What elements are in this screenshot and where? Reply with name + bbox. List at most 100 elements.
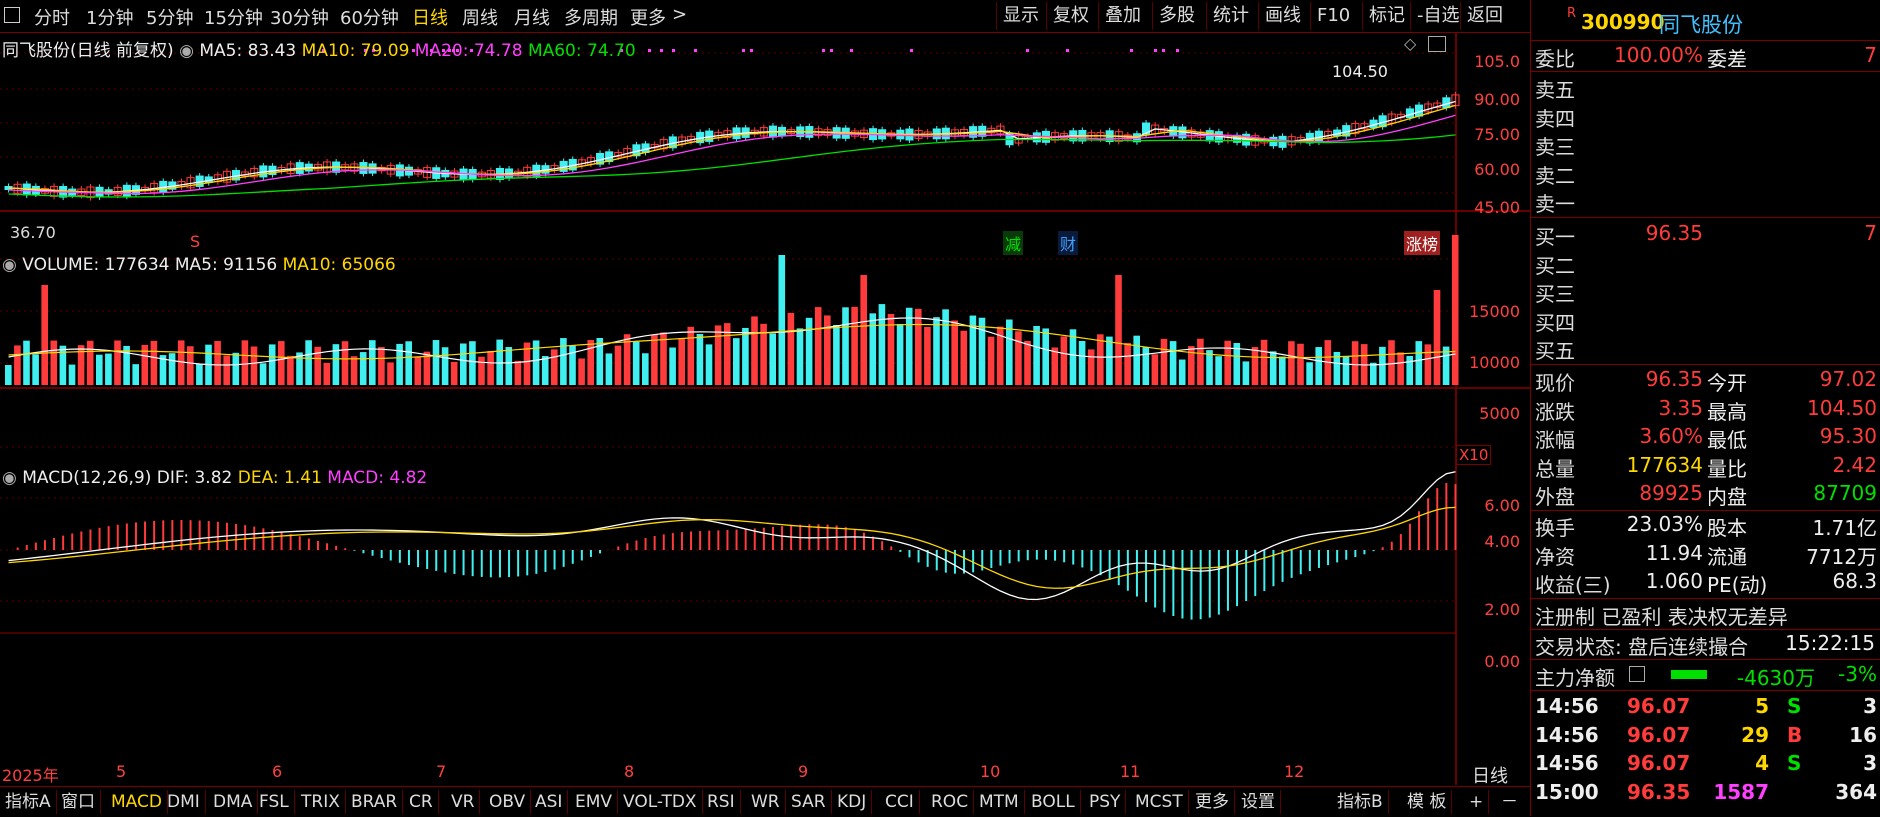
volume-bar bbox=[541, 356, 549, 385]
volume-bar bbox=[833, 324, 840, 385]
s-marker[interactable]: S bbox=[190, 232, 200, 251]
volume-bar bbox=[696, 334, 704, 385]
menu-icon[interactable] bbox=[4, 7, 20, 23]
period-tab[interactable]: 月线 bbox=[514, 4, 550, 30]
quote-label: 涨幅 bbox=[1535, 428, 1575, 452]
indicator-tab[interactable]: VOL-TDX bbox=[618, 790, 703, 814]
volume-bar bbox=[978, 317, 986, 385]
indicator-tab[interactable]: BRAR bbox=[346, 790, 404, 814]
volume-bar bbox=[824, 315, 831, 385]
toolbar-button[interactable]: F10 bbox=[1310, 2, 1356, 30]
signal-dot bbox=[742, 49, 745, 52]
ask-label: 卖三 bbox=[1535, 135, 1575, 159]
toolbar-button[interactable]: 多股 bbox=[1152, 2, 1201, 30]
tick-volume: 5 bbox=[1755, 694, 1769, 718]
cai-marker[interactable]: 财 bbox=[1058, 231, 1079, 255]
indicator-tab[interactable]: SAR bbox=[786, 790, 832, 814]
main-flow-pct: -3% bbox=[1838, 662, 1877, 686]
indicator-b-button[interactable]: 指标B bbox=[1332, 790, 1389, 814]
indicator-tab[interactable]: FSL bbox=[254, 790, 295, 814]
volume-bar bbox=[123, 345, 130, 385]
indicator-tab[interactable]: PSY bbox=[1084, 790, 1127, 814]
indicator-tab[interactable]: EMV bbox=[570, 790, 619, 814]
volume-bar bbox=[578, 358, 585, 385]
toolbar-button[interactable]: 显示 bbox=[996, 2, 1045, 30]
period-tab[interactable]: 30分钟 bbox=[270, 4, 329, 30]
tick-price: 96.07 bbox=[1627, 722, 1691, 747]
toolbar-button[interactable]: 统计 bbox=[1206, 2, 1255, 30]
indicator-tab[interactable]: ASI bbox=[530, 790, 569, 814]
jian-marker[interactable]: 减 bbox=[1003, 231, 1024, 255]
quote-label: 现价 bbox=[1535, 371, 1575, 395]
period-tab[interactable]: 周线 bbox=[462, 4, 498, 30]
macd-histogram bbox=[16, 483, 1457, 620]
fundamental-row: 收益(三) 1.060 PE(动) 68.3 bbox=[1531, 569, 1880, 597]
quote-row: 总量 177634 量比 2.42 bbox=[1531, 453, 1880, 481]
period-tab[interactable]: 分时 bbox=[34, 4, 70, 30]
indicator-tab[interactable]: KDJ bbox=[832, 790, 873, 814]
indicator-tab[interactable]: CR bbox=[404, 790, 439, 814]
fundamental-row: 净资 11.94 流通 7712万 bbox=[1531, 541, 1880, 569]
period-tab[interactable]: 更多 bbox=[630, 4, 666, 30]
fundamental-label: 收益(三) bbox=[1535, 573, 1611, 597]
chart-area[interactable] bbox=[0, 33, 1530, 785]
period-tab[interactable]: 5分钟 bbox=[146, 4, 193, 30]
volume-bar bbox=[1097, 334, 1104, 385]
period-tab[interactable]: 60分钟 bbox=[340, 4, 399, 30]
indicator-tab[interactable]: 设置 bbox=[1236, 790, 1281, 814]
indicator-tab[interactable]: DMA bbox=[208, 790, 259, 814]
settings-icon[interactable]: ◉ bbox=[2, 255, 17, 275]
tick-count: 16 bbox=[1849, 722, 1877, 747]
toolbar-button[interactable]: -自选 bbox=[1410, 2, 1466, 30]
fundamental-label: PE(动) bbox=[1707, 573, 1768, 597]
indicator-tab[interactable]: TRIX bbox=[296, 790, 346, 814]
bid-row: 买三 bbox=[1531, 278, 1880, 306]
indicator-tab[interactable]: 窗口 bbox=[56, 790, 101, 814]
list-icon[interactable] bbox=[1629, 666, 1645, 682]
indicator-tab[interactable]: MCST bbox=[1130, 790, 1189, 814]
indicator-tab[interactable]: MTM bbox=[974, 790, 1025, 814]
volume-bar bbox=[924, 326, 931, 385]
indicator-tab[interactable]: 更多 bbox=[1190, 790, 1235, 814]
period-tab[interactable]: 多周期 bbox=[564, 4, 618, 30]
period-tab[interactable]: 15分钟 bbox=[204, 4, 263, 30]
volume-bar bbox=[68, 364, 76, 385]
template-button[interactable]: 模 板 bbox=[1402, 790, 1453, 814]
indicator-tab[interactable]: BOLL bbox=[1026, 790, 1081, 814]
period-tab[interactable]: 日线 bbox=[412, 4, 448, 30]
volume-bar bbox=[587, 340, 594, 385]
minus-button[interactable]: － bbox=[1496, 790, 1523, 814]
plus-button[interactable]: + bbox=[1464, 790, 1490, 814]
settings-icon[interactable]: ◉ bbox=[179, 41, 194, 61]
toolbar-button[interactable]: 画线 bbox=[1258, 2, 1307, 30]
settings-icon[interactable]: ◉ bbox=[2, 468, 17, 488]
fundamental-row: 换手 23.03% 股本 1.71亿 bbox=[1531, 512, 1880, 540]
volume-bar bbox=[487, 350, 494, 385]
volume-bar bbox=[1051, 347, 1059, 385]
toolbar-button[interactable]: 标记 bbox=[1362, 2, 1411, 30]
toolbar-button[interactable]: 返回 bbox=[1460, 2, 1509, 30]
indicator-tab[interactable]: 指标A bbox=[0, 790, 57, 814]
indicator-tab[interactable]: ROC bbox=[926, 790, 975, 814]
toolbar-button[interactable]: 复权 bbox=[1046, 2, 1095, 30]
indicator-tab[interactable]: MACD bbox=[106, 790, 168, 814]
indicator-tab[interactable]: WR bbox=[746, 790, 786, 814]
tick-time: 14:56 bbox=[1535, 694, 1599, 718]
period-tab[interactable]: 1分钟 bbox=[86, 4, 133, 30]
tick-time: 14:56 bbox=[1535, 751, 1599, 775]
indicator-tab[interactable]: VR bbox=[446, 790, 481, 814]
indicator-tab[interactable]: RSI bbox=[702, 790, 741, 814]
bid-volume: 7 bbox=[1864, 221, 1877, 245]
window-icon[interactable] bbox=[1428, 36, 1446, 52]
zhangbang-marker[interactable]: 涨榜 bbox=[1404, 231, 1441, 255]
indicator-tab[interactable]: OBV bbox=[484, 790, 532, 814]
toolbar-button[interactable]: 叠加 bbox=[1098, 2, 1147, 30]
indicator-tab[interactable]: CCI bbox=[880, 790, 920, 814]
volume-bar bbox=[1415, 341, 1423, 385]
indicator-tab[interactable]: DMI bbox=[162, 790, 206, 814]
diamond-icon[interactable]: ◇ bbox=[1404, 34, 1416, 53]
chevron-right-icon[interactable]: > bbox=[672, 4, 687, 25]
macd-title: MACD(12,26,9) bbox=[22, 468, 152, 488]
quote-label: 外盘 bbox=[1535, 485, 1575, 509]
tick-price: 96.07 bbox=[1627, 694, 1691, 718]
